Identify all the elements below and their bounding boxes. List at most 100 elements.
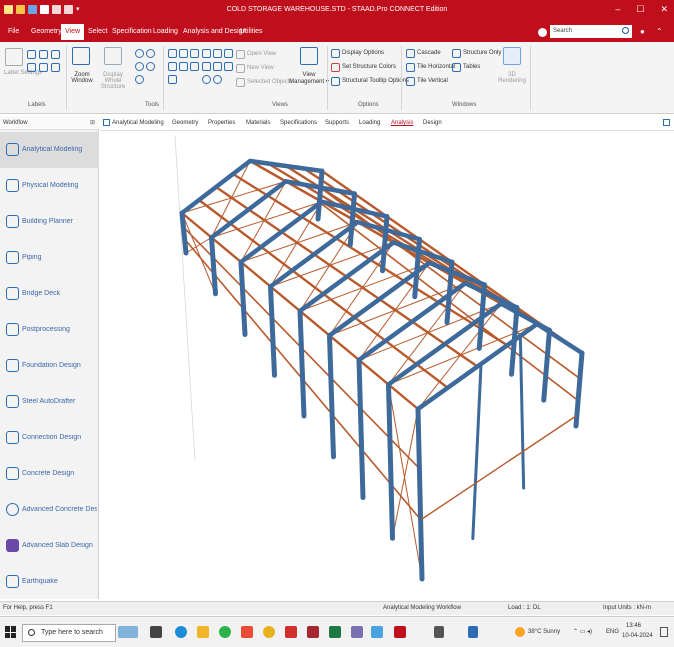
pin-icon[interactable]: ⊞: [90, 119, 95, 126]
frame-rafter-left[interactable]: [179, 158, 253, 216]
clock-date[interactable]: 10-04-2024: [622, 633, 653, 639]
frame-column-left[interactable]: [297, 308, 307, 419]
new-view-button[interactable]: New View: [247, 65, 274, 71]
media-icon[interactable]: [241, 626, 253, 638]
frame-rafter-right[interactable]: [463, 281, 520, 310]
search-input[interactable]: Search: [550, 25, 632, 38]
workflow-item-connection-design[interactable]: Connection Design: [0, 420, 99, 456]
workflow-item-postprocessing[interactable]: Postprocessing: [0, 312, 99, 348]
spin-right-icon[interactable]: [224, 62, 233, 71]
menu-utilities[interactable]: Utilities: [240, 28, 263, 35]
frame-column-left[interactable]: [327, 333, 336, 460]
tab-properties[interactable]: Properties: [208, 120, 235, 126]
menu-file[interactable]: File: [8, 28, 19, 35]
tab-specifications[interactable]: Specifications: [280, 120, 317, 126]
tab-options-icon[interactable]: [663, 119, 670, 126]
zoom-out-icon[interactable]: [146, 49, 155, 58]
frame-rafter-right[interactable]: [534, 321, 585, 356]
frame-column-left[interactable]: [268, 284, 277, 378]
node-label-icon[interactable]: [27, 50, 36, 59]
view-management-button[interactable]: View Management ▾: [289, 72, 329, 85]
menu-analysis-and-design[interactable]: Analysis and Design: [183, 28, 246, 35]
tab-loading[interactable]: Loading: [359, 120, 380, 126]
frame-rafter-left[interactable]: [238, 199, 324, 265]
menu-loading[interactable]: Loading: [153, 28, 178, 35]
gable-wind-column[interactable]: [471, 362, 483, 541]
chrome-icon[interactable]: [263, 626, 275, 638]
file-explorer-icon[interactable]: [197, 626, 209, 638]
structure-only-icon[interactable]: [452, 49, 461, 58]
maximize-icon[interactable]: ☐: [636, 4, 644, 15]
workflow-item-physical-modeling[interactable]: Physical Modeling: [0, 168, 99, 204]
menu-geometry[interactable]: Geometry: [31, 28, 62, 35]
label-settings-icon[interactable]: [5, 48, 23, 66]
3d-rendering-button[interactable]: 3D Rendering: [498, 72, 526, 84]
structural-tooltip-options-button[interactable]: Structural Tooltip Options: [342, 78, 409, 84]
frame-column-left[interactable]: [386, 382, 395, 541]
zoom-dynamic-icon[interactable]: [135, 62, 144, 71]
tile-horizontal-button[interactable]: Tile Horizontal: [417, 64, 455, 70]
workflow-item-concrete-design[interactable]: Concrete Design: [0, 456, 99, 492]
tile-horizontal-icon[interactable]: [406, 63, 415, 72]
view-management-icon[interactable]: [300, 47, 318, 65]
frame-column-left[interactable]: [179, 210, 189, 256]
tab-analysis[interactable]: Analysis: [391, 120, 413, 126]
app-icon[interactable]: [351, 626, 363, 638]
tray-icons[interactable]: ⌃ ▭ ◂): [573, 628, 592, 635]
structural-tooltip-options-icon[interactable]: [331, 77, 340, 86]
frame-column-right[interactable]: [347, 191, 357, 248]
task-view-icon[interactable]: [150, 626, 162, 638]
info-icon[interactable]: ●: [640, 27, 645, 36]
view-front-icon[interactable]: [168, 49, 177, 58]
view-back-icon[interactable]: [179, 49, 188, 58]
close-icon[interactable]: ✕: [660, 4, 668, 15]
zoom-in-icon[interactable]: [135, 49, 144, 58]
open-view-button[interactable]: Open View: [247, 51, 276, 57]
help-icon[interactable]: [538, 28, 547, 37]
whatsapp-icon[interactable]: [219, 626, 231, 638]
tile-vertical-button[interactable]: Tile Vertical: [417, 78, 448, 84]
workflow-item-piping[interactable]: Piping: [0, 240, 99, 276]
snipping-tool-icon[interactable]: [371, 626, 383, 638]
frame-column-right[interactable]: [380, 214, 390, 274]
page-control-icon[interactable]: [103, 119, 110, 126]
pdf-reader-icon[interactable]: [285, 626, 297, 638]
tab-geometry[interactable]: Geometry: [172, 120, 198, 126]
view-bottom-icon[interactable]: [190, 62, 199, 71]
3d-rendering-icon[interactable]: [503, 47, 521, 65]
access-icon[interactable]: [307, 626, 319, 638]
taskbar-search-input[interactable]: Type here to search: [22, 624, 116, 642]
spin-left-icon[interactable]: [213, 62, 222, 71]
display-whole-structure-button[interactable]: Display Whole Structure: [94, 72, 132, 90]
zoom-window-icon[interactable]: [72, 47, 90, 65]
workflow-item-foundation-design[interactable]: Foundation Design: [0, 348, 99, 384]
rotate-down-icon[interactable]: [202, 62, 211, 71]
weather-sun-icon[interactable]: [515, 627, 525, 637]
structure-only-button[interactable]: Structure Only: [463, 50, 501, 56]
frame-column-left[interactable]: [415, 406, 425, 582]
tab-supports[interactable]: Supports: [325, 120, 349, 126]
workflow-item-advanced-concrete-design[interactable]: Advanced Concrete Desi...: [0, 492, 99, 528]
workflow-item-steel-autodrafter[interactable]: Steel AutoDrafter: [0, 384, 99, 420]
set-structure-colors-button[interactable]: Set Structure Colors: [342, 64, 396, 70]
search-icon[interactable]: [622, 27, 629, 34]
minimize-icon[interactable]: –: [615, 4, 620, 15]
frame-column-left[interactable]: [356, 357, 366, 500]
menu-view[interactable]: View: [61, 24, 85, 40]
roof-bracing[interactable]: [270, 242, 394, 287]
beam-label-icon[interactable]: [39, 50, 48, 59]
open-view-icon[interactable]: [236, 50, 245, 59]
view-isometric-icon[interactable]: [168, 75, 177, 84]
gable-girt[interactable]: [421, 415, 577, 520]
view-top-icon[interactable]: [179, 62, 188, 71]
tile-vertical-icon[interactable]: [406, 77, 415, 86]
pan-icon[interactable]: [135, 75, 144, 84]
cascade-icon[interactable]: [406, 49, 415, 58]
menu-select[interactable]: Select: [88, 28, 107, 35]
label-settings-button[interactable]: Label Settings: [4, 70, 42, 76]
rotate-up-icon[interactable]: [224, 49, 233, 58]
zoom-window-button[interactable]: Zoom Window: [70, 72, 94, 84]
view-left-icon[interactable]: [190, 49, 199, 58]
new-view-icon[interactable]: [236, 64, 245, 73]
view-right-icon[interactable]: [168, 62, 177, 71]
